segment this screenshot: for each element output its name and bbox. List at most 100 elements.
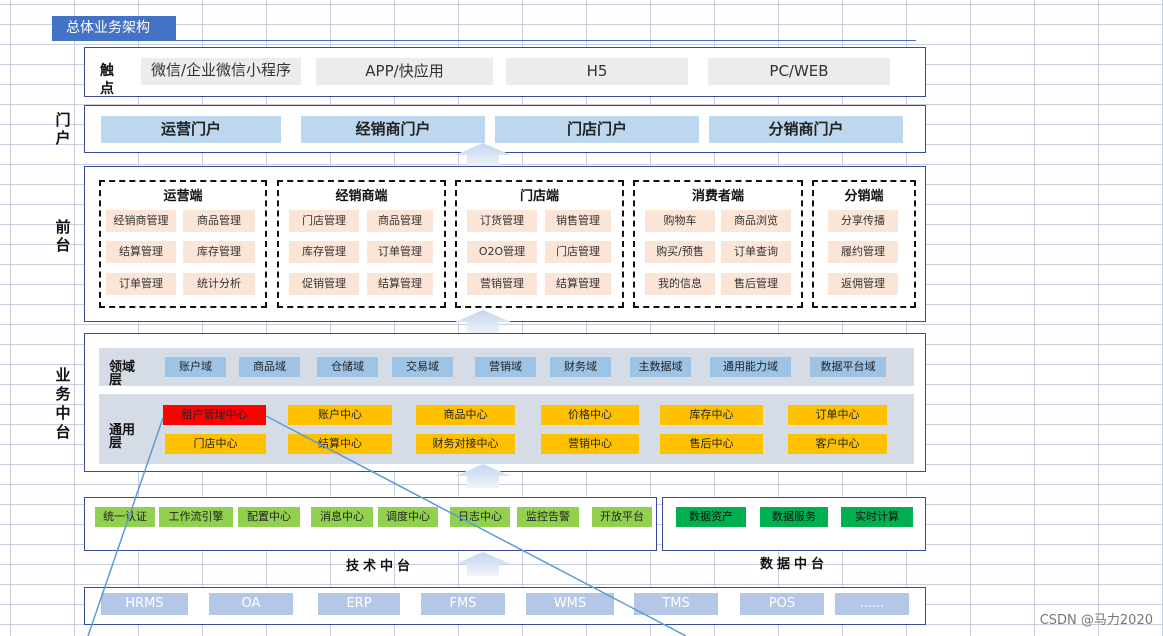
func-item: 结算管理 [367,273,433,295]
func-item: 统计分析 [183,273,255,295]
group-title: 运营端 [163,189,203,204]
common-center: 结算中心 [288,434,392,454]
touch-item: APP/快应用 [316,58,493,85]
common-center: 财务对接中心 [416,434,515,454]
tech-item: 配置中心 [238,507,300,527]
frontend-group-dealer: 经销商端 门店管理 商品管理 库存管理 订单管理 促销管理 结算管理 [277,180,446,308]
func-item: 购物车 [645,210,715,232]
up-arrow-icon [455,143,511,167]
system-item: FMS [421,593,505,615]
portal-item: 经销商门户 [301,116,485,143]
func-item: 门店管理 [545,241,611,263]
system-item: ERP [318,593,400,615]
domain-layer-label: 领域层 [109,360,136,388]
func-item: 门店管理 [289,210,359,232]
group-title: 分销端 [844,189,884,204]
func-item: 结算管理 [545,273,611,295]
func-item: 商品管理 [367,210,433,232]
portal-item: 运营门户 [101,116,281,143]
func-item: 库存管理 [183,241,255,263]
tech-platform-label: 技术中台 [346,559,415,574]
common-center: 售后中心 [660,434,763,454]
highlighted-center: 租户管理中心 [163,405,266,425]
watermark: CSDN @马力2020 [1039,613,1153,628]
common-center: 客户中心 [788,434,887,454]
group-title: 门店端 [519,189,559,204]
tech-item: 统一认证 [95,507,155,527]
func-item: 库存管理 [289,241,359,263]
func-item: O2O管理 [467,241,537,263]
func-item: 返佣管理 [828,273,898,295]
common-center: 门店中心 [165,434,266,454]
func-item: 售后管理 [721,273,791,295]
domain-item: 仓储域 [317,357,378,377]
data-platform-label: 数据中台 [760,557,829,572]
system-item: OA [209,593,293,615]
domain-item: 商品域 [239,357,300,377]
domain-item: 交易域 [392,357,453,377]
func-item: 订货管理 [467,210,537,232]
frontend-group-store: 门店端 订货管理 销售管理 O2O管理 门店管理 营销管理 结算管理 [455,180,624,308]
data-item: 实时计算 [841,507,913,527]
frontend-group-consumer: 消费者端 购物车 商品浏览 购买/预售 订单查询 我的信息 售后管理 [633,180,803,308]
system-item: WMS [526,593,614,615]
domain-item: 财务域 [550,357,611,377]
func-item: 订单管理 [106,273,176,295]
func-item: 商品浏览 [721,210,791,232]
func-item: 购买/预售 [645,241,715,263]
func-item: 结算管理 [106,241,176,263]
title-underline [52,40,916,41]
system-item: HRMS [101,593,188,615]
func-item: 订单查询 [721,241,791,263]
diagram-title: 总体业务架构 [52,16,176,40]
common-center: 营销中心 [541,434,639,454]
tech-item: 开放平台 [592,507,652,527]
frontend-group-ops: 运营端 经销商管理 商品管理 结算管理 库存管理 订单管理 统计分析 [99,180,267,308]
up-arrow-icon [455,552,511,576]
tech-item: 消息中心 [311,507,373,527]
business-label: 业务中台 [55,366,71,441]
up-arrow-icon [455,310,511,334]
common-layer-label: 通用层 [109,423,136,451]
func-item: 销售管理 [545,210,611,232]
domain-item: 主数据域 [630,357,691,377]
tech-item: 工作流引擎 [159,507,233,527]
tech-item: 监控告警 [517,507,579,527]
common-center: 商品中心 [416,405,515,425]
common-center: 订单中心 [788,405,887,425]
domain-item: 营销域 [475,357,536,377]
common-center: 账户中心 [288,405,392,425]
tech-item: 日志中心 [450,507,510,527]
system-item: POS [740,593,824,615]
domain-item: 数据平台域 [810,357,886,377]
touch-label: 触点 [100,63,114,97]
up-arrow-icon [455,464,511,488]
data-item: 数据服务 [760,507,828,527]
common-center: 价格中心 [541,405,639,425]
touch-item: PC/WEB [708,58,890,85]
common-center: 库存中心 [660,405,763,425]
func-item: 订单管理 [367,241,433,263]
func-item: 营销管理 [467,273,537,295]
portal-label: 门户 [55,111,71,147]
system-item: ...... [835,593,909,615]
func-item: 履约管理 [828,241,898,263]
data-item: 数据资产 [676,507,746,527]
touch-item: H5 [506,58,688,85]
portal-item: 分销商门户 [709,116,903,143]
group-title: 经销商端 [335,189,388,204]
domain-item: 通用能力域 [710,357,791,377]
func-item: 商品管理 [183,210,255,232]
frontend-group-distributor: 分销端 分享传播 履约管理 返佣管理 [812,180,916,308]
group-title: 消费者端 [691,189,744,204]
func-item: 分享传播 [828,210,898,232]
func-item: 我的信息 [645,273,715,295]
func-item: 促销管理 [289,273,359,295]
touch-item: 微信/企业微信小程序 [141,58,301,85]
system-item: TMS [634,593,718,615]
frontend-label: 前台 [55,218,71,254]
tech-item: 调度中心 [378,507,438,527]
domain-item: 账户域 [165,357,226,377]
portal-item: 门店门户 [495,116,699,143]
func-item: 经销商管理 [106,210,176,232]
